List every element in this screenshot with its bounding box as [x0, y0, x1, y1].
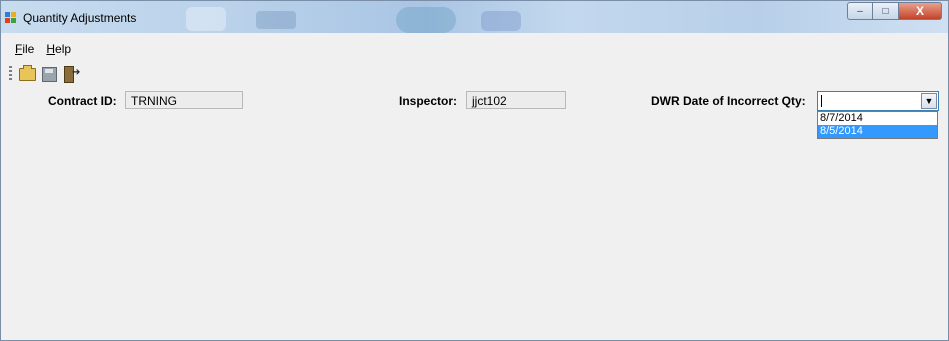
menu-file[interactable]: File: [9, 40, 40, 60]
dwr-date-label: DWR Date of Incorrect Qty:: [651, 94, 806, 108]
dropdown-option[interactable]: 8/7/2014: [818, 112, 937, 125]
dwr-date-dropdown-list: 8/7/2014 8/5/2014: [817, 111, 938, 139]
title-bar[interactable]: Quantity Adjustments – □ X: [1, 1, 948, 33]
dwr-date-combobox[interactable]: ▼: [817, 91, 939, 111]
dropdown-option[interactable]: 8/5/2014: [818, 125, 937, 138]
save-disk-icon[interactable]: [40, 65, 58, 83]
window-title: Quantity Adjustments: [23, 11, 137, 25]
open-folder-icon[interactable]: [18, 65, 36, 83]
minimize-button[interactable]: –: [847, 2, 873, 20]
close-button[interactable]: X: [899, 2, 942, 20]
inspector-label: Inspector:: [399, 94, 458, 108]
toolbar: [9, 64, 84, 84]
text-caret: [821, 95, 822, 107]
toolbar-grip[interactable]: [9, 66, 12, 82]
window-controls: – □ X: [847, 2, 942, 22]
exit-door-icon[interactable]: [62, 65, 80, 83]
app-icon: [5, 12, 17, 24]
contract-id-field: TRNING: [125, 91, 243, 109]
contract-id-label: Contract ID:: [48, 94, 117, 108]
menu-bar: File Help: [9, 40, 77, 60]
chevron-down-icon[interactable]: ▼: [921, 93, 937, 109]
inspector-field: jjct102: [466, 91, 566, 109]
menu-help[interactable]: Help: [40, 40, 77, 60]
maximize-button[interactable]: □: [873, 2, 899, 20]
main-window: Quantity Adjustments – □ X File Help Con…: [0, 0, 949, 341]
